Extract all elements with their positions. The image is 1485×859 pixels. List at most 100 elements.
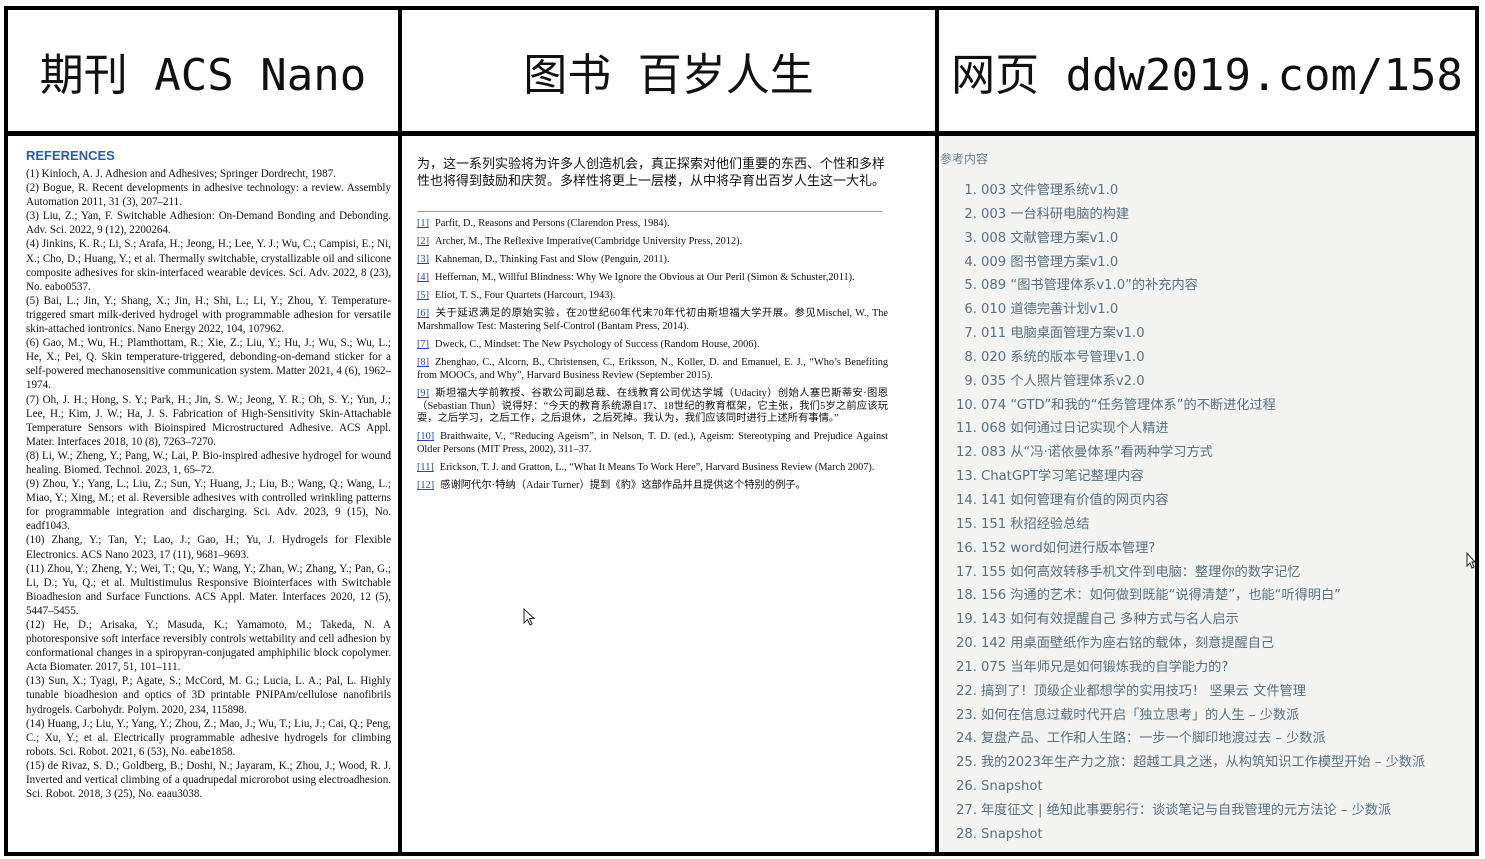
list-index: 27. (956, 802, 977, 818)
web-link-label[interactable]: 083 从“冯·诺依曼体系”看两种学习方式 (981, 445, 1213, 460)
web-link-label[interactable]: 搞到了！顶级企业都想学的实用技巧！ 坚果云 文件管理 (981, 684, 1306, 699)
web-link-label[interactable]: 089 “图书管理体系v1.0”的补充内容 (981, 278, 1198, 293)
footnote-link[interactable]: [3] (417, 254, 429, 265)
web-link-item[interactable]: 17. 155 如何高效转移手机文件到电脑：整理你的数字记忆 (940, 561, 1475, 585)
book-paragraph: 为，这一系列实验将为许多人创造机会，真正探索对他们重要的东西、个性和多样性也将得… (417, 157, 886, 189)
list-index: 2. (964, 206, 977, 222)
footnote-text: Heffernan, M., Willful Blindness: Why We… (435, 272, 855, 284)
footnote-link[interactable]: [11] (417, 462, 434, 473)
web-reference-panel: 参考内容 1. 003 文件管理系统v1.0 2. 003 一台科研电脑的构建 3. 00… (940, 136, 1475, 852)
mouse-pointer-icon (523, 608, 536, 626)
web-link-item[interactable]: 1. 003 文件管理系统v1.0 (940, 179, 1475, 203)
web-link-label[interactable]: Snapshot (981, 827, 1043, 842)
web-link-item[interactable]: 18. 156 沟通的艺术：如何做到既能“说得清楚”，也能“听得明白” (940, 584, 1475, 608)
footnote-item: [2] Archer, M., The Reflexive Imperative(… (417, 236, 888, 249)
web-link-label[interactable]: 003 一台科研电脑的构建 (981, 207, 1129, 222)
web-link-item[interactable]: 25. 我的2023年生产力之旅：超越工具之迷，从构筑知识工作模型开始 – 少数派 (940, 751, 1475, 775)
web-link-item[interactable]: 8. 020 系统的版本号管理v1.0 (940, 346, 1475, 370)
footnote-link[interactable]: [10] (417, 431, 434, 442)
footnote-link[interactable]: [7] (417, 339, 429, 350)
web-link-item[interactable]: 26. Snapshot (940, 775, 1475, 799)
footnote-link[interactable]: [8] (417, 357, 429, 368)
reference-item: (14) Huang, J.; Liu, Y.; Yang, Y.; Zhou,… (26, 717, 391, 758)
web-link-label[interactable]: 156 沟通的艺术：如何做到既能“说得清楚”，也能“听得明白” (981, 588, 1341, 603)
web-link-item[interactable]: 23. 如何在信息过载时代开启「独立思考」的人生 – 少数派 (940, 704, 1475, 728)
web-link-item[interactable]: 3. 008 文献管理方案v1.0 (940, 227, 1475, 251)
web-link-label[interactable]: 075 当年师兄是如何锻炼我的自学能力的? (981, 660, 1228, 675)
web-link-label[interactable]: 008 文献管理方案v1.0 (981, 231, 1118, 246)
web-link-item[interactable]: 12. 083 从“冯·诺依曼体系”看两种学习方式 (940, 441, 1475, 465)
web-link-label[interactable]: Snapshot (981, 779, 1043, 794)
footnote-link[interactable]: [12] (417, 480, 434, 491)
reference-item: (5) Bai, L.; Jin, Y.; Shang, X.; Jin, H.… (26, 294, 391, 336)
header-book: 图书 百岁人生 (523, 49, 814, 101)
web-link-item[interactable]: 16. 152 word如何进行版本管理? (940, 537, 1475, 561)
reference-item: (2) Bogue, R. Recent developments in adh… (26, 182, 391, 209)
web-link-label[interactable]: 年度征文 | 绝知此事要躬行：谈谈笔记与自我管理的元方法论 – 少数派 (981, 803, 1391, 818)
reference-item: (9) Zhou, Y.; Yang, L.; Liu, Z.; Sun, Y.… (26, 478, 391, 533)
web-link-item[interactable]: 21. 075 当年师兄是如何锻炼我的自学能力的? (940, 656, 1475, 680)
web-link-label[interactable]: 009 图书管理方案v1.0 (981, 255, 1118, 270)
header-journal: 期刊 ACS Nano (39, 49, 367, 101)
footnote-text: Kahneman, D., Thinking Fast and Slow (Pe… (435, 254, 670, 266)
web-link-label[interactable]: 复盘产品、工作和人生路：一步一个脚印地渡过去 – 少数派 (981, 731, 1326, 746)
footnote-link[interactable]: [4] (417, 272, 429, 283)
web-link-item[interactable]: 2. 003 一台科研电脑的构建 (940, 203, 1475, 227)
footnote-link[interactable]: [5] (417, 290, 429, 301)
reference-item: (4) Jinkins, K. R.; Li, S.; Arafa, H.; J… (26, 238, 391, 293)
list-index: 13. (956, 469, 977, 485)
web-link-item[interactable]: 10. 074 “GTD”和我的“任务管理体系”的不断进化过程 (940, 394, 1475, 418)
list-index: 16. (956, 540, 977, 556)
web-link-label[interactable]: 035 个人照片管理体系v2.0 (981, 374, 1145, 389)
web-link-label[interactable]: 020 系统的版本号管理v1.0 (981, 350, 1145, 365)
web-link-label[interactable]: 152 word如何进行版本管理? (981, 541, 1155, 556)
web-link-label[interactable]: 我的2023年生产力之旅：超越工具之迷，从构筑知识工作模型开始 – 少数派 (981, 755, 1425, 770)
list-index: 28. (956, 826, 977, 842)
web-link-item[interactable]: 27. 年度征文 | 绝知此事要躬行：谈谈笔记与自我管理的元方法论 – 少数派 (940, 799, 1475, 823)
list-index: 3. (964, 230, 977, 246)
web-link-label[interactable]: 068 如何通过日记实现个人精进 (981, 421, 1169, 436)
web-link-label[interactable]: 074 “GTD”和我的“任务管理体系”的不断进化过程 (981, 398, 1276, 413)
web-link-label[interactable]: 如何在信息过载时代开启「独立思考」的人生 – 少数派 (981, 708, 1299, 723)
footnote-link[interactable]: [6] (417, 308, 429, 319)
list-index: 14. (956, 492, 977, 508)
web-link-item[interactable]: 5. 089 “图书管理体系v1.0”的补充内容 (940, 274, 1475, 298)
footnote-item: [12] 感谢阿代尔·特纳（Adair Turner）提到《豹》这部作品并且提供这… (417, 480, 888, 493)
web-link-item[interactable]: 22. 搞到了！顶级企业都想学的实用技巧！ 坚果云 文件管理 (940, 680, 1475, 704)
web-link-label[interactable]: ChatGPT学习笔记整理内容 (981, 469, 1144, 484)
web-link-item[interactable]: 19. 143 如何有效提醒自己 多种方式与名人启示 (940, 608, 1475, 632)
web-link-item[interactable]: 14. 141 如何管理有价值的网页内容 (940, 489, 1475, 513)
footnote-text: Archer, M., The Reflexive Imperative(Cam… (435, 236, 743, 248)
web-link-item[interactable]: 7. 011 电脑桌面管理方案v1.0 (940, 322, 1475, 346)
web-link-label[interactable]: 141 如何管理有价值的网页内容 (981, 493, 1169, 508)
web-link-item[interactable]: 15. 151 秋招经验总结 (940, 513, 1475, 537)
header-web: 网页 ddw2019.com/158 (951, 49, 1463, 101)
list-index: 6. (964, 302, 977, 318)
web-link-item[interactable]: 11. 068 如何通过日记实现个人精进 (940, 417, 1475, 441)
web-link-label[interactable]: 003 文件管理系统v1.0 (981, 183, 1118, 198)
web-link-label[interactable]: 011 电脑桌面管理方案v1.0 (981, 326, 1145, 341)
web-link-list: 1. 003 文件管理系统v1.0 2. 003 一台科研电脑的构建 3. 008 文献管… (940, 179, 1475, 847)
web-link-item[interactable]: 13. ChatGPT学习笔记整理内容 (940, 465, 1475, 489)
web-link-label[interactable]: 151 秋招经验总结 (981, 517, 1090, 532)
footnote-link[interactable]: [9] (417, 388, 429, 399)
web-link-label[interactable]: 142 用桌面壁纸作为座右铭的载体，刻意提醒自己 (981, 636, 1274, 651)
list-index: 15. (956, 516, 977, 532)
web-link-item[interactable]: 4. 009 图书管理方案v1.0 (940, 251, 1475, 275)
web-link-item[interactable]: 9. 035 个人照片管理体系v2.0 (940, 370, 1475, 394)
footnote-link[interactable]: [1] (417, 218, 429, 229)
book-notes-panel: 为，这一系列实验将为许多人创造机会，真正探索对他们重要的东西、个性和多样性也将得… (403, 136, 936, 852)
web-link-label[interactable]: 143 如何有效提醒自己 多种方式与名人启示 (981, 612, 1239, 627)
web-link-item[interactable]: 28. Snapshot (940, 823, 1475, 847)
list-index: 20. (956, 636, 977, 652)
web-link-item[interactable]: 24. 复盘产品、工作和人生路：一步一个脚印地渡过去 – 少数派 (940, 727, 1475, 751)
footnote-item: [9] 斯坦福大学前教授、谷歌公司副总裁、在线教育公司优达学城（Udacity）创… (417, 388, 888, 426)
web-link-label[interactable]: 010 道德完善计划v1.0 (981, 302, 1118, 317)
footnote-text: Eliot, T. S., Four Quartets (Harcourt, 1… (435, 290, 616, 302)
footnote-item: [11] Erickson, T. J. and Gratton, L., “Wh… (417, 462, 888, 475)
footnote-link[interactable]: [2] (417, 236, 429, 247)
web-link-label[interactable]: 155 如何高效转移手机文件到电脑：整理你的数字记忆 (981, 565, 1301, 580)
web-link-item[interactable]: 6. 010 道德完善计划v1.0 (940, 298, 1475, 322)
footnote-item: [7] Dweck, C., Mindset: The New Psycholog… (417, 339, 888, 352)
web-link-item[interactable]: 20. 142 用桌面壁纸作为座右铭的载体，刻意提醒自己 (940, 632, 1475, 656)
